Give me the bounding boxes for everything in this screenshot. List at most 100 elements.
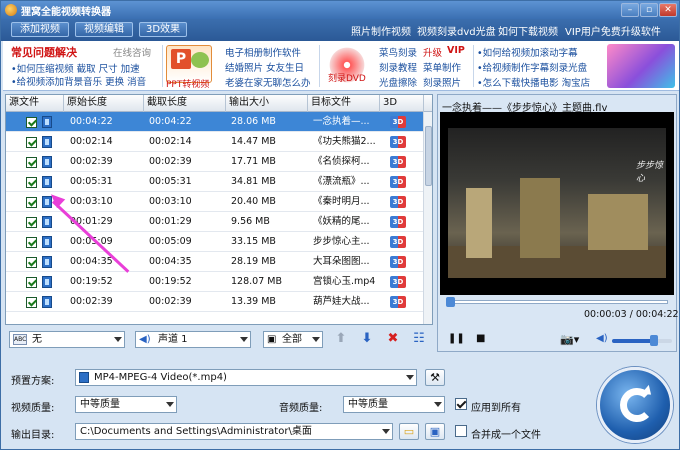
table-row[interactable]: 00:19:52 00:19:52 128.07 MB 宫锁心玉.mp4 3D xyxy=(6,272,426,292)
video-quality-dropdown[interactable]: 中等质量 xyxy=(75,396,177,413)
ad-col4-line3[interactable]: •怎么下载快播电影 淘宝店 xyxy=(477,75,590,89)
move-down-icon[interactable]: ⬇ xyxy=(359,332,375,346)
video-area[interactable]: 步步惊心 xyxy=(440,112,674,295)
table-row[interactable]: 00:03:10 00:03:10 20.40 MB 《秦时明月... 3D xyxy=(6,192,426,212)
row-3d-badge[interactable]: 3D xyxy=(390,156,406,168)
row-target-file[interactable]: 《名侦探柯... xyxy=(313,152,385,172)
row-3d-badge[interactable]: 3D xyxy=(390,236,406,248)
row-target-file[interactable]: 《漂流瓶》... xyxy=(313,172,385,192)
apply-all-checkbox[interactable] xyxy=(455,398,467,410)
maximize-button[interactable]: ▫ xyxy=(640,3,658,17)
volume-knob[interactable] xyxy=(650,335,658,346)
edit-video-button[interactable]: 视频编辑 xyxy=(75,22,133,37)
ad-col3a-line2[interactable]: 刻录教程 xyxy=(379,60,417,74)
col-orig-length[interactable]: 原始长度 xyxy=(64,95,144,112)
apply-scope-dropdown[interactable]: ▣ 全部 xyxy=(263,331,323,348)
table-row[interactable]: 00:04:22 00:04:22 28.06 MB 一念执着—... 3D xyxy=(6,112,426,132)
burn-dvd-link[interactable]: 刻录DVD xyxy=(328,71,366,84)
row-target-file[interactable]: 宫锁心玉.mp4 xyxy=(313,272,385,292)
link-download-video[interactable]: 如何下载视频 xyxy=(498,23,558,38)
row-target-file[interactable]: 大耳朵图图... xyxy=(313,252,385,272)
game-ad-image[interactable] xyxy=(607,44,675,88)
playback-progress[interactable] xyxy=(446,297,668,307)
output-dir-field[interactable]: C:\Documents and Settings\Administrator\… xyxy=(75,423,393,440)
link-photo-video[interactable]: 照片制作视频 xyxy=(351,23,411,38)
ad-col2-line2[interactable]: 结婚照片 女友生日 xyxy=(225,60,304,74)
snapshot-camera-icon[interactable]: 📷▾ xyxy=(560,333,579,346)
delete-icon[interactable]: ✖ xyxy=(385,332,401,346)
row-3d-badge[interactable]: 3D xyxy=(390,276,406,288)
row-3d-badge[interactable]: 3D xyxy=(390,216,406,228)
add-video-button[interactable]: 添加视频 xyxy=(11,22,69,37)
table-row[interactable]: 00:05:09 00:05:09 33.15 MB 步步惊心主... 3D xyxy=(6,232,426,252)
col-3d[interactable]: 3D xyxy=(380,95,424,112)
table-row[interactable]: 00:05:31 00:05:31 34.81 MB 《漂流瓶》... 3D xyxy=(6,172,426,192)
browse-folder-icon[interactable]: ▭ xyxy=(399,423,419,440)
col-cut-length[interactable]: 截取长度 xyxy=(144,95,226,112)
row-checkbox[interactable] xyxy=(26,157,37,168)
row-checkbox[interactable] xyxy=(26,137,37,148)
ad-col2-line3[interactable]: 老婆在家无聊怎么办 xyxy=(225,75,311,89)
row-checkbox[interactable] xyxy=(26,177,37,188)
table-row[interactable]: 00:04:35 00:04:35 28.19 MB 大耳朵图图... 3D xyxy=(6,252,426,272)
row-checkbox[interactable] xyxy=(26,117,37,128)
row-target-file[interactable]: 《妖精的尾... xyxy=(313,212,385,232)
row-3d-badge[interactable]: 3D xyxy=(390,256,406,268)
clear-list-icon[interactable]: ☷ xyxy=(411,332,427,346)
audio-track-dropdown[interactable]: ◀) 声道 1 xyxy=(135,331,251,348)
close-button[interactable]: ✕ xyxy=(659,3,677,17)
subtitle-dropdown[interactable]: ABC 无 xyxy=(9,331,125,348)
row-checkbox[interactable] xyxy=(26,257,37,268)
row-target-file[interactable]: 《秦时明月... xyxy=(313,192,385,212)
ad-col3a-line3[interactable]: 光盘擦除 xyxy=(379,75,417,89)
col-output-size[interactable]: 输出大小 xyxy=(226,95,308,112)
effect-3d-button[interactable]: 3D效果 xyxy=(139,22,187,37)
ad-col2-line1[interactable]: 电子相册制作软件 xyxy=(225,45,301,59)
preset-settings-button[interactable]: ⚒ xyxy=(425,369,445,386)
row-checkbox[interactable] xyxy=(26,277,37,288)
volume-slider[interactable] xyxy=(612,335,672,346)
row-checkbox[interactable] xyxy=(26,237,37,248)
merge-checkbox[interactable] xyxy=(455,425,467,437)
ad-col3b-line2[interactable]: 菜单制作 xyxy=(423,60,461,74)
row-target-file[interactable]: 《功夫熊猫2... xyxy=(313,132,385,152)
faq-title[interactable]: 常见问题解决 xyxy=(11,44,77,60)
table-row[interactable]: 00:02:39 00:02:39 17.71 MB 《名侦探柯... 3D xyxy=(6,152,426,172)
ad-col3a-line1[interactable]: 菜鸟刻录 xyxy=(379,45,417,59)
online-consult-link[interactable]: 在线咨询 xyxy=(113,45,151,59)
table-scrollbar[interactable] xyxy=(423,112,432,324)
row-target-file[interactable]: 步步惊心主... xyxy=(313,232,385,252)
table-row[interactable]: 00:02:39 00:02:39 13.39 MB 葫芦娃大战... 3D xyxy=(6,292,426,312)
table-row[interactable]: 00:02:14 00:02:14 14.47 MB 《功夫熊猫2... 3D xyxy=(6,132,426,152)
volume-icon[interactable]: ◀) xyxy=(596,333,608,344)
scrollbar-thumb[interactable] xyxy=(425,126,432,186)
row-checkbox[interactable] xyxy=(26,297,37,308)
progress-knob[interactable] xyxy=(446,297,456,307)
ad-col4-line2[interactable]: •给视频制作字幕刻录光盘 xyxy=(477,60,587,74)
audio-quality-dropdown[interactable]: 中等质量 xyxy=(343,396,445,413)
preset-dropdown[interactable]: MP4-MPEG-4 Video(*.mp4) xyxy=(75,369,417,386)
stop-icon[interactable]: ■ xyxy=(476,333,485,344)
ad-col4-line1[interactable]: •如何给视频加滚动字幕 xyxy=(477,45,578,59)
vip-link[interactable]: VIP xyxy=(447,45,465,56)
faq-line-2[interactable]: •给视频添加背景音乐 更换 消音 xyxy=(11,74,146,88)
row-3d-badge[interactable]: 3D xyxy=(390,116,406,128)
link-vip-upgrade[interactable]: VIP用户免费升级软件 xyxy=(565,23,661,38)
upgrade-link[interactable]: 升级 xyxy=(423,45,442,59)
row-checkbox[interactable] xyxy=(26,197,37,208)
ad-col3b-line3[interactable]: 刻录照片 xyxy=(423,75,461,89)
row-3d-badge[interactable]: 3D xyxy=(390,176,406,188)
row-3d-badge[interactable]: 3D xyxy=(390,196,406,208)
link-burn-dvd[interactable]: 视频刻录dvd光盘 xyxy=(417,23,496,38)
row-target-file[interactable]: 葫芦娃大战... xyxy=(313,292,385,312)
row-checkbox[interactable] xyxy=(26,217,37,228)
pause-icon[interactable]: ❚❚ xyxy=(448,333,465,344)
open-folder-icon[interactable]: ▣ xyxy=(425,423,445,440)
row-3d-badge[interactable]: 3D xyxy=(390,136,406,148)
row-target-file[interactable]: 一念执着—... xyxy=(313,112,385,132)
col-source[interactable]: 源文件 xyxy=(6,95,64,112)
minimize-button[interactable]: – xyxy=(621,3,639,17)
faq-line-1[interactable]: •如何压缩视频 截取 尺寸 加速 xyxy=(11,61,140,75)
col-target-file[interactable]: 目标文件 xyxy=(308,95,380,112)
row-3d-badge[interactable]: 3D xyxy=(390,296,406,308)
